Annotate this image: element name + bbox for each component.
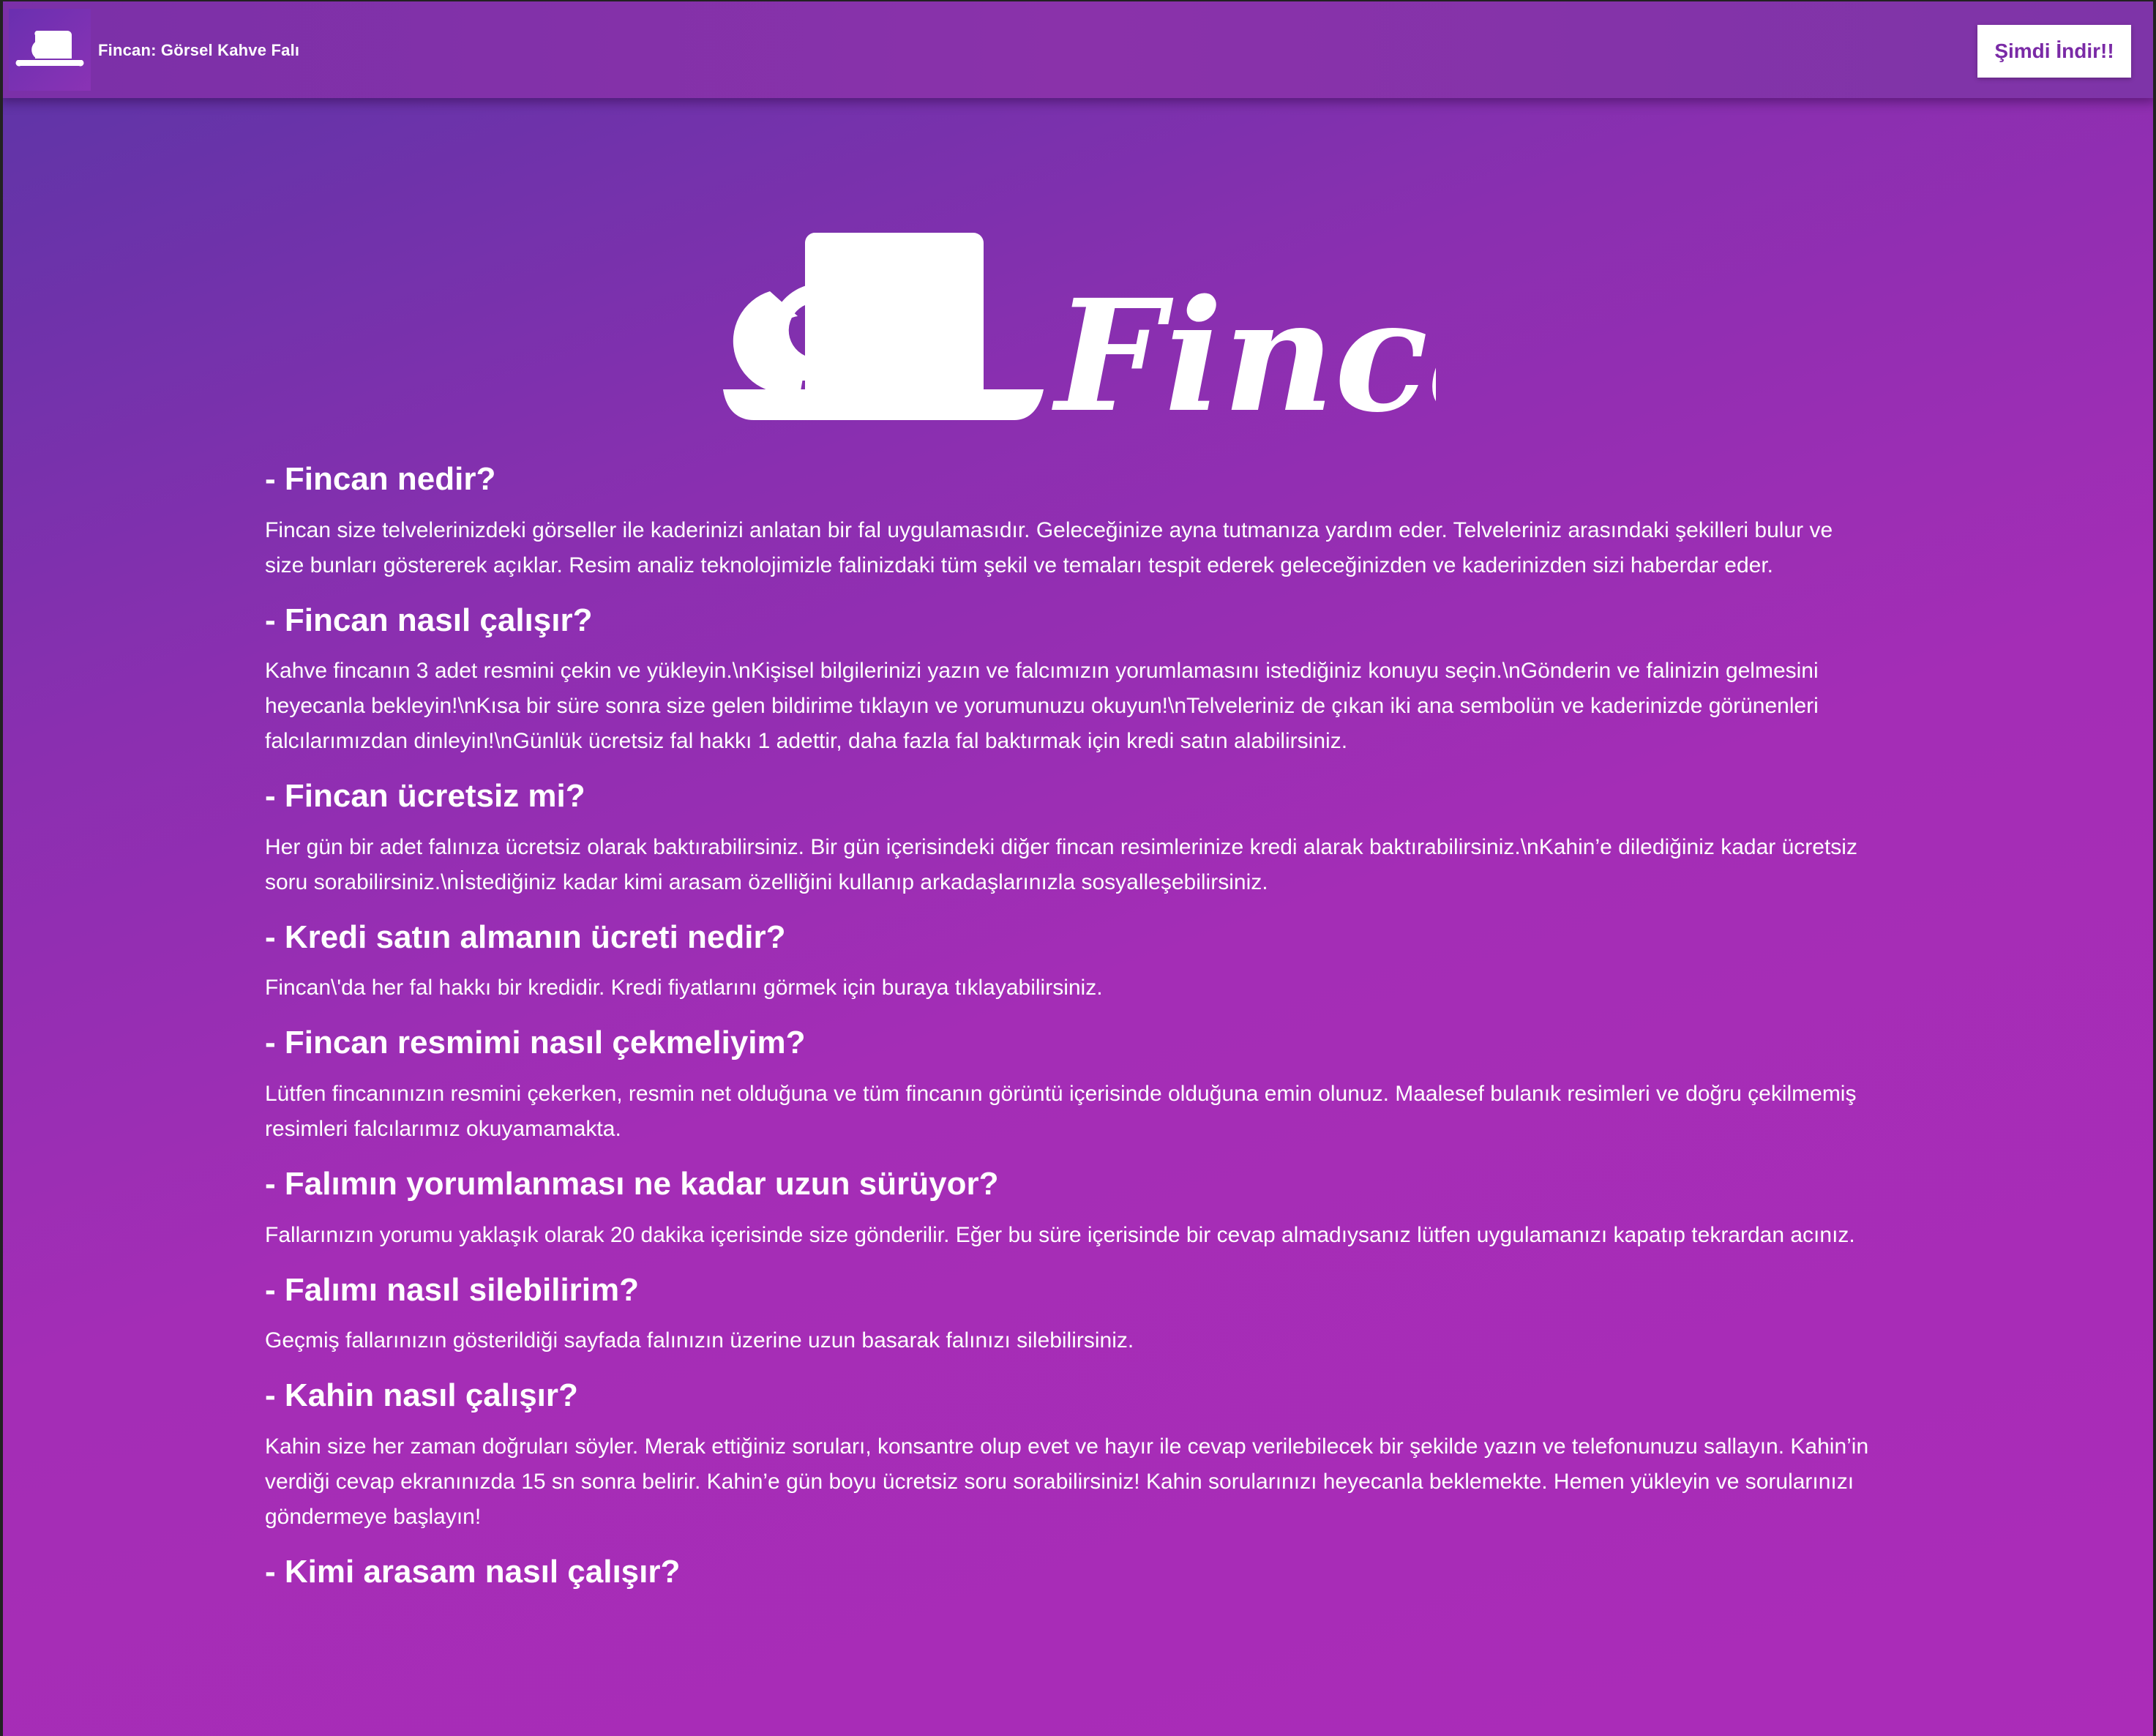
faq-question: - Fincan resmimi nasıl çekmeliyim? [265,1025,806,1061]
faq-answer: Her gün bir adet falınıza ücretsiz olara… [265,834,1857,894]
faq-item: - Fincan nedir? Fincan size telveleriniz… [265,461,1875,583]
fincan-wordmark-logo: Fincan [723,233,1639,446]
faq-answer: Fallarınızın yorumu yaklaşık olarak 20 d… [265,1222,1855,1247]
faq-answer: Kahin size her zaman doğruları söyler. M… [265,1434,1869,1529]
faq-item: - Kimi arasam nasıl çalışır? [265,1554,1875,1591]
faq-question: - Kimi arasam nasıl çalışır? [265,1553,681,1590]
faq-question: - Falımı nasıl silebilirim? [265,1271,640,1308]
faq-section: - Fincan nedir? Fincan size telveleriniz… [265,461,1875,1609]
faq-answer: Fincan size telvelerinizdeki görseller i… [265,517,1833,577]
faq-item: - Kredi satın almanın ücreti nedir? Finc… [265,919,1875,1006]
faq-item: - Falımı nasıl silebilirim? Geçmiş falla… [265,1272,1875,1359]
app-title[interactable]: Fincan: Görsel Kahve Falı [98,41,299,60]
faq-question: - Kahin nasıl çalışır? [265,1377,578,1414]
faq-answer: Kahve fincanın 3 adet resmini çekin ve y… [265,659,1819,754]
faq-item: - Fincan nasıl çalışır? Kahve fincanın 3… [265,602,1875,760]
faq-question: - Kredi satın almanın ücreti nedir? [265,918,786,955]
faq-question: - Fincan nedir? [265,461,496,497]
faq-answer: Geçmiş fallarınızın gösterildiği sayfada… [265,1328,1134,1353]
coffee-cup-icon [15,31,84,67]
hero-logo: Fincan [719,227,1639,446]
faq-question: - Fincan nasıl çalışır? [265,602,593,638]
top-navbar: Fincan: Görsel Kahve Falı Şimdi İndir!! [0,0,2156,98]
faq-item: - Fincan ücretsiz mi? Her gün bir adet f… [265,778,1875,900]
faq-question: - Falımın yorumlanması ne kadar uzun sür… [265,1165,999,1202]
coffee-cup-icon [723,233,1044,420]
faq-item: - Fincan resmimi nasıl çekmeliyim? Lütfe… [265,1025,1875,1147]
faq-answer[interactable]: Fincan\'da her fal hakkı bir kredidir. K… [265,970,1875,1006]
hero-wordmark: Fincan [1052,266,1436,432]
download-now-button[interactable]: Şimdi İndir!! [1977,25,2131,78]
faq-question: - Fincan ücretsiz mi? [265,778,585,815]
faq-item: - Kahin nasıl çalışır? Kahin size her za… [265,1377,1875,1535]
faq-answer: Lütfen fincanınızın resmini çekerken, re… [265,1081,1857,1141]
app-logo[interactable] [9,9,91,91]
faq-item: - Falımın yorumlanması ne kadar uzun sür… [265,1166,1875,1253]
